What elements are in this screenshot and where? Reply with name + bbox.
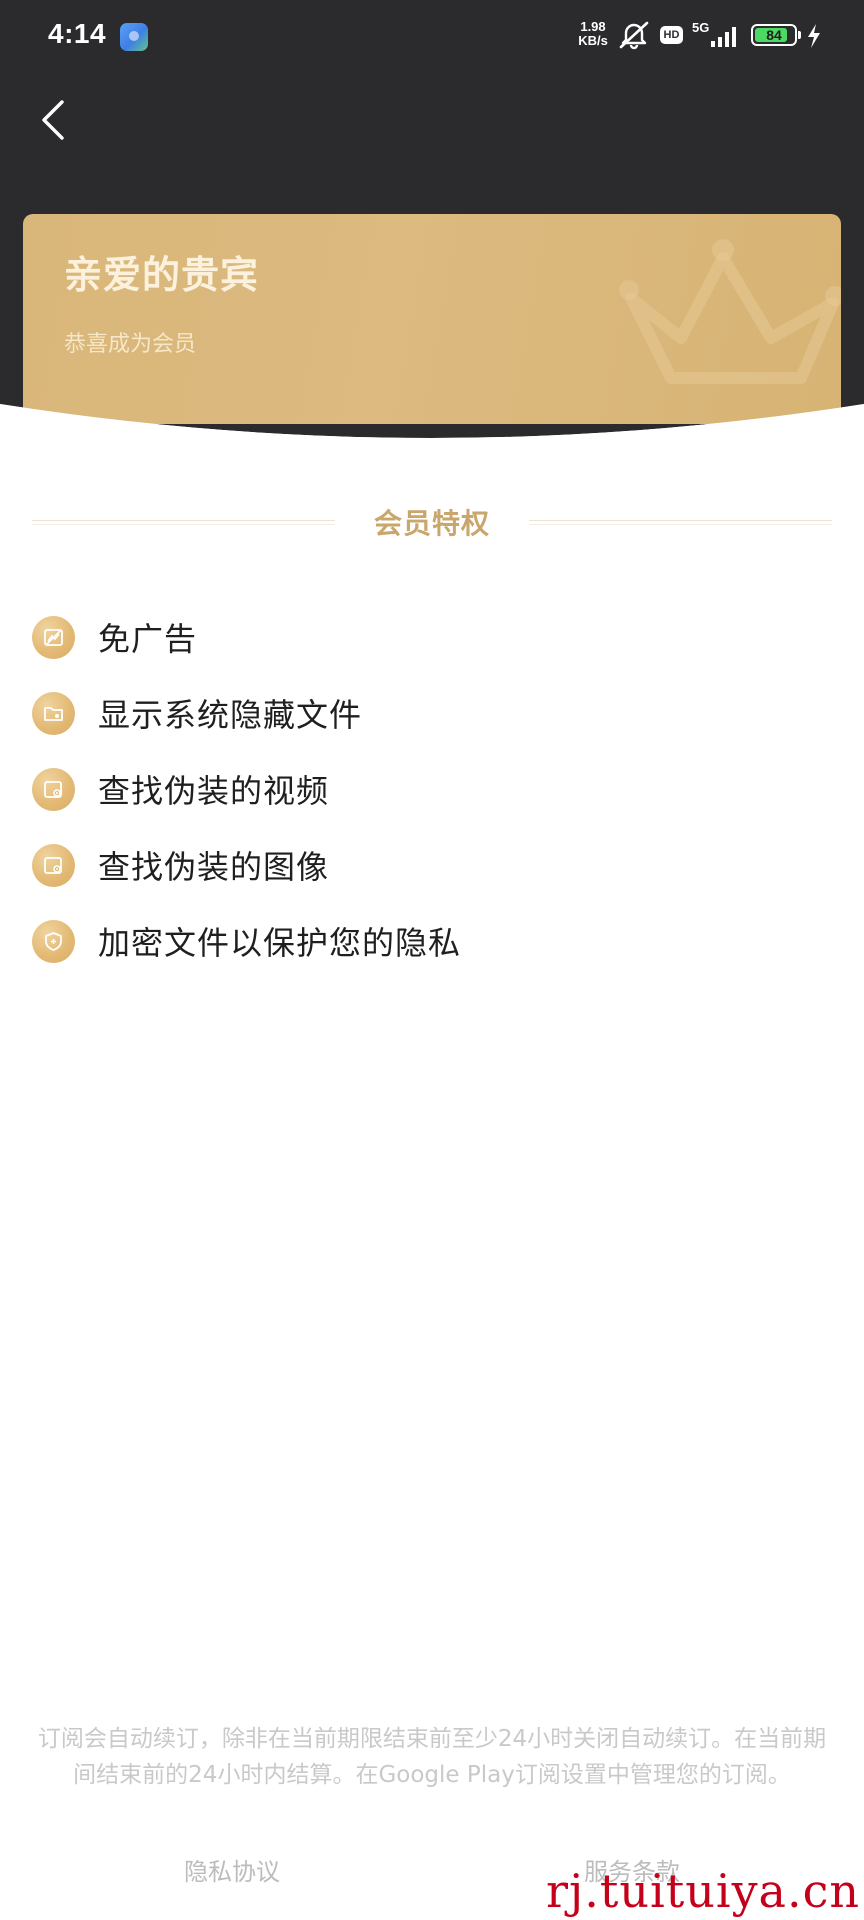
feature-label: 免广告: [98, 620, 198, 658]
signal-icon: 5G: [692, 20, 740, 50]
image-icon: [32, 844, 75, 887]
privileges-list: 免广告 显示系统隐藏文件 查找伪装的视频 查找伪装的图像 加密文件以保护您的隐私: [32, 606, 832, 986]
status-bar: 4:14 1.98 KB/s HD 5G 84: [0, 0, 864, 74]
battery-cap: [798, 31, 801, 39]
divider-right: [529, 520, 832, 525]
network-speed-value: 1.98: [580, 19, 606, 34]
list-item: 查找伪装的视频: [32, 758, 832, 834]
privileges-header: 会员特权: [32, 496, 832, 546]
battery-icon: 84: [751, 24, 797, 46]
feature-label: 显示系统隐藏文件: [98, 696, 363, 734]
card-title: 亲爱的贵宾: [64, 253, 260, 297]
feature-label: 查找伪装的视频: [98, 772, 330, 810]
list-item: 免广告: [32, 606, 832, 682]
video-icon: [32, 768, 75, 811]
list-item: 查找伪装的图像: [32, 834, 832, 910]
list-item: 加密文件以保护您的隐私: [32, 910, 832, 986]
hd-badge: HD: [660, 26, 683, 44]
app-notification-icon: [120, 23, 148, 51]
subscription-note: 订阅会自动续订，除非在当前期限结束前至少24小时关闭自动续订。在当前期间结束前的…: [37, 1726, 827, 1788]
mute-icon: [619, 21, 649, 50]
no-ads-icon: [32, 616, 75, 659]
chevron-left-icon: [42, 100, 64, 140]
battery-level: 84: [766, 27, 782, 43]
back-button[interactable]: [28, 92, 84, 148]
network-speed-unit: KB/s: [578, 33, 608, 48]
network-type-label: 5G: [692, 20, 710, 35]
watermark: rj.tuituiya.cn: [546, 1864, 860, 1918]
status-time: 4:14: [48, 18, 107, 49]
shield-icon: [32, 920, 75, 963]
charging-icon: [808, 24, 820, 48]
network-speed: 1.98 KB/s: [573, 20, 613, 48]
section-title: 会员特权: [373, 507, 490, 540]
feature-label: 加密文件以保护您的隐私: [98, 924, 462, 962]
list-item: 显示系统隐藏文件: [32, 682, 832, 758]
folder-icon: [32, 692, 75, 735]
feature-label: 查找伪装的图像: [98, 848, 330, 886]
privacy-policy-link[interactable]: 隐私协议: [112, 1852, 352, 1887]
